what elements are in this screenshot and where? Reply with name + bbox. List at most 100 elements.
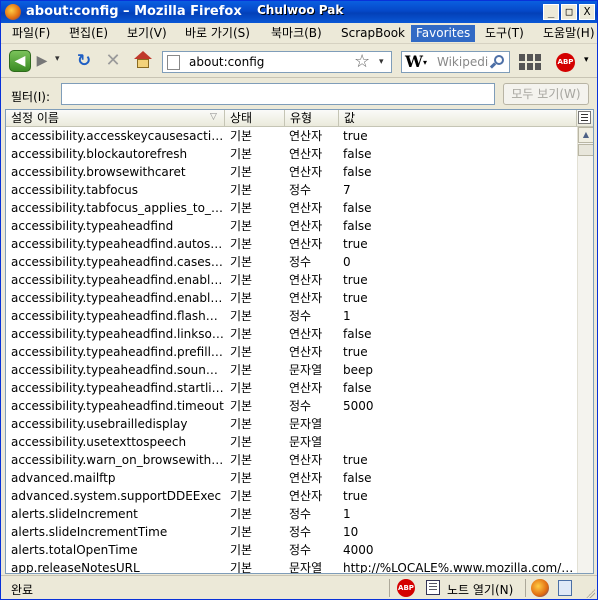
- scroll-up-button[interactable]: ▲: [578, 127, 593, 143]
- table-row[interactable]: accessibility.typeaheadfind.linksonly 기본 연…: [6, 325, 577, 343]
- table-row[interactable]: accessibility.usetexttospeech 기본 문자열: [6, 433, 577, 451]
- url-dropdown-icon[interactable]: ▾: [379, 57, 384, 67]
- menu-tools[interactable]: 도구(T): [480, 25, 529, 42]
- bookmark-star-icon[interactable]: ☆: [354, 52, 370, 72]
- column-header-status[interactable]: 상태: [225, 110, 285, 127]
- search-engine-icon[interactable]: W: [405, 53, 423, 71]
- column-picker-icon[interactable]: [578, 111, 591, 124]
- home-icon[interactable]: [133, 51, 153, 71]
- toolbar-overflow-icon[interactable]: ▾: [584, 55, 589, 65]
- adblock-status-icon[interactable]: ABP: [397, 579, 415, 597]
- table-row[interactable]: alerts.totalOpenTime 기본 정수 4000: [6, 541, 577, 559]
- table-row[interactable]: accessibility.typeaheadfind.autostart 기본 연…: [6, 235, 577, 253]
- forward-button[interactable]: ▶: [33, 50, 51, 72]
- minimize-button[interactable]: _: [543, 4, 559, 20]
- table-row[interactable]: accessibility.typeaheadfind 기본 연산자 false: [6, 217, 577, 235]
- adblock-plus-icon[interactable]: ABP: [556, 53, 575, 72]
- table-row[interactable]: accessibility.typeaheadfind.flashBar 기본 정수…: [6, 307, 577, 325]
- table-row[interactable]: accessibility.typeaheadfind.casesensitiv…: [6, 253, 577, 271]
- cell-type: 연산자: [289, 327, 323, 341]
- table-row[interactable]: accessibility.browsewithcaret 기본 연산자 false: [6, 163, 577, 181]
- column-header-type[interactable]: 유형: [285, 110, 339, 127]
- preferences-table: 설정 이름 ▽ 상태 유형 값 accessibility.accesskeyc…: [5, 109, 594, 574]
- cell-status: 기본: [230, 363, 253, 377]
- stop-button[interactable]: ✕: [104, 52, 122, 70]
- filter-row: 필터(I): 모두 보기(W): [1, 79, 597, 110]
- table-row[interactable]: alerts.slideIncrementTime 기본 정수 10: [6, 523, 577, 541]
- cell-type: 문자열: [289, 561, 323, 574]
- firefox-status-icon[interactable]: [531, 579, 549, 597]
- table-row[interactable]: accessibility.usebrailledisplay 기본 문자열: [6, 415, 577, 433]
- column-header-value[interactable]: 값: [339, 110, 577, 127]
- filter-input[interactable]: [61, 83, 495, 105]
- cell-status: 기본: [230, 291, 253, 305]
- scroll-thumb[interactable]: [578, 144, 593, 156]
- close-button[interactable]: X: [579, 4, 595, 20]
- menu-view[interactable]: 보기(V): [122, 25, 172, 42]
- cell-type: 연산자: [289, 201, 323, 215]
- table-row[interactable]: accessibility.warn_on_browsewithcaret 기본 연…: [6, 451, 577, 469]
- table-row[interactable]: accessibility.typeaheadfind.soundURL 기본 문자…: [6, 361, 577, 379]
- table-row[interactable]: advanced.system.supportDDEExec 기본 연산자 true: [6, 487, 577, 505]
- menu-scrapbook[interactable]: ScrapBook: [336, 25, 410, 42]
- cell-type: 연산자: [289, 453, 323, 467]
- table-row[interactable]: app.releaseNotesURL 기본 문자열 http://%LOCALE%.…: [6, 559, 577, 574]
- open-notes-button[interactable]: 노트 열기(N): [447, 581, 513, 598]
- menu-file[interactable]: 파일(F): [7, 25, 55, 42]
- firefox-logo-icon[interactable]: [5, 4, 21, 20]
- resize-grip-icon[interactable]: [585, 588, 595, 598]
- menu-edit[interactable]: 편집(E): [64, 25, 113, 42]
- cell-status: 기본: [230, 183, 253, 197]
- status-divider: [525, 579, 526, 597]
- cell-name: accessibility.typeaheadfind.prefillwiths…: [11, 345, 224, 359]
- cell-value: true: [343, 489, 368, 503]
- title-bar[interactable]: about:config – Mozilla Firefox Chulwoo P…: [1, 1, 597, 23]
- page-icon: [167, 55, 180, 70]
- cell-value: false: [343, 165, 372, 179]
- table-row[interactable]: accessibility.typeaheadfind.prefillwiths…: [6, 343, 577, 361]
- windows-grid-icon[interactable]: [519, 54, 541, 70]
- cell-name: accessibility.typeaheadfind.soundURL: [11, 363, 224, 377]
- search-icon[interactable]: [489, 55, 505, 70]
- show-all-button[interactable]: 모두 보기(W): [503, 83, 589, 105]
- cell-type: 연산자: [289, 237, 323, 251]
- cell-type: 연산자: [289, 345, 323, 359]
- cell-status: 기본: [230, 219, 253, 233]
- table-row[interactable]: accessibility.typeaheadfind.enabletimeou…: [6, 289, 577, 307]
- cell-name: accessibility.typeaheadfind.autostart: [11, 237, 224, 251]
- menu-go[interactable]: 바로 가기(S): [180, 25, 255, 42]
- table-row[interactable]: alerts.slideIncrement 기본 정수 1: [6, 505, 577, 523]
- table-row[interactable]: accessibility.typeaheadfind.startlinkson…: [6, 379, 577, 397]
- table-row[interactable]: accessibility.accesskeycausesactivation 기…: [6, 127, 577, 145]
- table-row[interactable]: accessibility.typeaheadfind.timeout 기본 정수 5…: [6, 397, 577, 415]
- table-row[interactable]: accessibility.tabfocus_applies_to_xul 기본 연…: [6, 199, 577, 217]
- cell-name: accessibility.usebrailledisplay: [11, 417, 188, 431]
- search-engine-dropdown-icon[interactable]: ▾: [423, 58, 427, 67]
- vertical-scrollbar[interactable]: ▲: [577, 127, 593, 573]
- cell-value: 5000: [343, 399, 374, 413]
- notes-icon[interactable]: [426, 580, 440, 595]
- cell-type: 문자열: [289, 435, 323, 449]
- table-row[interactable]: accessibility.tabfocus 기본 정수 7: [6, 181, 577, 199]
- table-row[interactable]: accessibility.blockautorefresh 기본 연산자 false: [6, 145, 577, 163]
- search-bar[interactable]: W ▾ Wikipedia: [401, 51, 510, 73]
- back-button[interactable]: ◀: [9, 50, 31, 72]
- reload-button[interactable]: ↻: [75, 52, 93, 70]
- cell-status: 기본: [230, 507, 253, 521]
- cell-value: true: [343, 345, 368, 359]
- cell-status: 기본: [230, 489, 253, 503]
- sidebar-toggle-icon[interactable]: [558, 580, 572, 596]
- cell-name: alerts.totalOpenTime: [11, 543, 138, 557]
- maximize-button[interactable]: □: [561, 4, 577, 20]
- url-input[interactable]: about:config: [189, 55, 264, 69]
- table-row[interactable]: advanced.mailftp 기본 연산자 false: [6, 469, 577, 487]
- menu-help[interactable]: 도움말(H): [538, 25, 598, 42]
- cell-name: accessibility.typeaheadfind.casesensitiv…: [11, 255, 224, 269]
- history-dropdown-icon[interactable]: ▾: [55, 54, 60, 64]
- menu-bookmarks[interactable]: 북마크(B): [266, 25, 327, 42]
- column-header-name[interactable]: 설정 이름: [6, 110, 225, 127]
- url-bar[interactable]: about:config ☆ ▾: [162, 51, 392, 73]
- search-input[interactable]: Wikipedia: [437, 55, 489, 69]
- menu-favorites[interactable]: Favorites: [411, 25, 476, 42]
- table-row[interactable]: accessibility.typeaheadfind.enablesound 기…: [6, 271, 577, 289]
